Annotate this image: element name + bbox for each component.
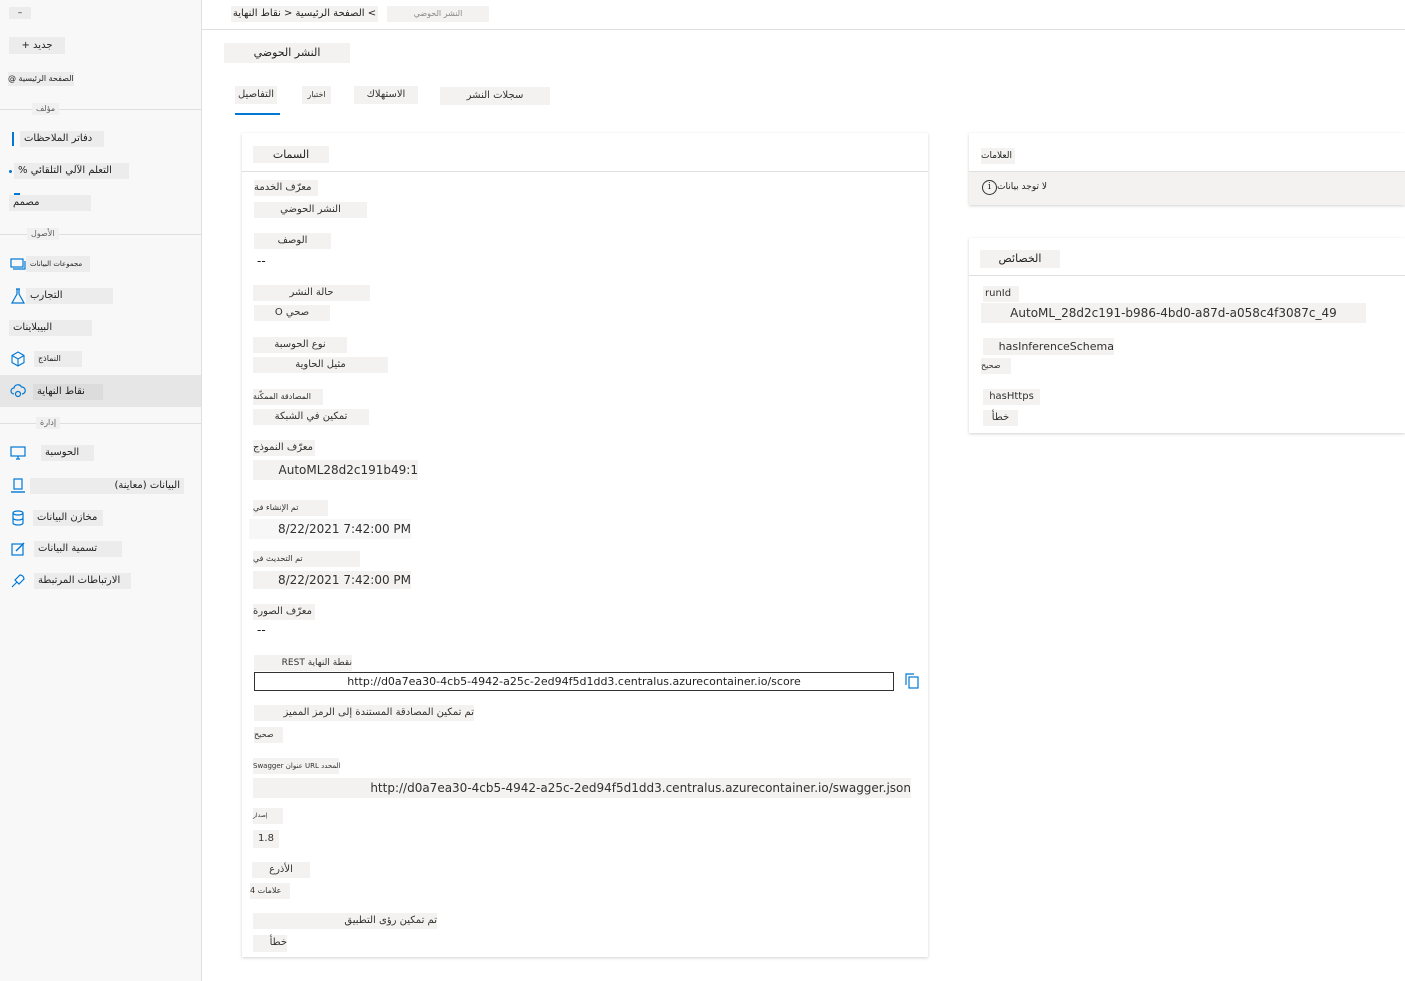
tags-card-title: العلامات xyxy=(981,148,1015,164)
sidebar-item-designer[interactable]: مصمم xyxy=(0,188,201,218)
attributes-card: السمات xyxy=(242,133,928,957)
cube-icon xyxy=(10,351,26,367)
field-label: المصادقة الممكّنة xyxy=(253,389,323,405)
properties-card-title: الخصائص xyxy=(980,250,1060,268)
page-title: النشر الحوضي xyxy=(224,43,350,63)
sidebar-item-notebooks[interactable]: دفاتر الملاحظات xyxy=(0,124,201,154)
top-bar: الصفحة الرئيسية < نقاط النهاية < النشر ا… xyxy=(202,0,1405,30)
description-value: -- xyxy=(257,254,266,268)
sidebar-item-datasets[interactable]: مجموعات البيانات xyxy=(0,249,201,279)
updated-on-value: 8/22/2021 7:42:00 PM xyxy=(253,571,411,589)
sidebar-item-linked[interactable]: الارتباطات المرتبطة xyxy=(0,566,201,596)
field-label: إصدار xyxy=(253,808,283,824)
tab-deployment-logs[interactable]: سجلات النشر xyxy=(440,87,550,105)
field-label: الوصف xyxy=(254,233,331,249)
sidebar-item-automl[interactable]: % التعلم الآلي التلقائي xyxy=(0,156,201,186)
flask-icon xyxy=(10,288,26,304)
token-auth-value: صحيح xyxy=(254,727,283,743)
collapse-button[interactable]: – xyxy=(9,7,31,19)
sidebar-item-pipelines[interactable]: البيبلاينات xyxy=(0,313,201,343)
compute-icon xyxy=(10,445,26,461)
auth-enabled-value: تمكين في الشبكة xyxy=(253,409,369,425)
swagger-url-value[interactable]: http://d0a7ea30-4cb5-4942-a25c-2ed94f5d1… xyxy=(253,778,911,798)
sidebar-item-label: دفاتر الملاحظات xyxy=(20,131,104,147)
field-label: الأذرع xyxy=(252,862,310,878)
tab-details[interactable]: التفاصيل xyxy=(235,86,277,104)
tags-count-value: 4 علامات xyxy=(250,883,290,899)
image-id-value: -- xyxy=(257,623,266,637)
field-label: REST نقطة النهاية xyxy=(254,655,352,671)
tags-card: العلامات i لا توجد بيانات xyxy=(969,133,1405,205)
notebook-icon xyxy=(12,132,14,146)
tab-consume[interactable]: الاستهلاك xyxy=(354,86,418,104)
sidebar-item-label: البيبلاينات xyxy=(9,320,92,336)
linked-icon xyxy=(10,573,26,589)
sidebar-item-kubernetes[interactable]: البيانات (معاينة) xyxy=(0,471,201,501)
datastore-icon xyxy=(10,510,26,526)
section-author-heading: مؤلف xyxy=(32,103,60,115)
sidebar-item-label: التجارب xyxy=(26,288,113,304)
app-insights-value: خطأ xyxy=(253,935,287,952)
prop-label-hashttps: hasHttps xyxy=(983,389,1040,405)
deployment-state-value: O صحي xyxy=(254,305,330,321)
field-label: تم تمكين المصادقة المستندة إلى الرمز الم… xyxy=(254,705,474,721)
sidebar-item-label: تسمية البيانات xyxy=(34,541,122,557)
field-label: معرّف النموذج xyxy=(253,440,315,456)
section-assets-heading: الأصول xyxy=(27,228,59,240)
sidebar-item-label: نقاط النهاية xyxy=(33,384,103,400)
sidebar-item-label: مجموعات البيانات xyxy=(26,256,90,272)
sidebar-item-label: البيانات (معاينة) xyxy=(30,478,184,494)
sidebar-item-label: مصمم xyxy=(9,195,91,211)
field-label: معرّف الخدمة xyxy=(254,180,318,196)
attributes-card-title: السمات xyxy=(253,146,329,163)
breadcrumb-current: النشر الحوضي xyxy=(387,6,489,22)
kubernetes-icon xyxy=(10,478,26,494)
labeling-icon xyxy=(10,541,26,557)
compute-type-value: مثيل الحاوية xyxy=(253,357,388,373)
tab-details-underline xyxy=(235,113,280,115)
sidebar-item-datastores[interactable]: مخازن البيانات xyxy=(0,503,201,533)
field-label: حالة النشر xyxy=(253,285,370,301)
tab-test[interactable]: اختبار xyxy=(302,86,331,104)
sidebar-item-label: % التعلم الآلي التلقائي xyxy=(14,163,129,179)
field-label: Swagger عنوان URL المحدد xyxy=(253,758,341,774)
version-value: 1.8 xyxy=(253,830,279,848)
section-manage-heading: إدارة xyxy=(36,417,61,429)
prop-label-runid: runId xyxy=(983,286,1019,302)
field-label: معرّف الصورة xyxy=(253,604,315,620)
automl-icon xyxy=(9,170,12,173)
service-id-value: النشر الحوضي xyxy=(254,202,367,218)
sidebar-item-endpoints[interactable]: نقاط النهاية xyxy=(0,375,201,407)
runid-value: AutoML_28d2c191-b986-4bd0-a87d-a058c4f30… xyxy=(981,303,1366,323)
sidebar-item-experiments[interactable]: التجارب xyxy=(0,281,201,311)
info-icon: i xyxy=(982,180,997,195)
sidebar-item-labeling[interactable]: تسمية البيانات xyxy=(0,534,201,564)
sidebar-item-label: الحوسبة xyxy=(41,445,94,461)
sidebar-item-label: النماذج xyxy=(34,351,82,367)
field-label: تم الإنشاء في xyxy=(253,500,328,516)
breadcrumb[interactable]: الصفحة الرئيسية < نقاط النهاية < xyxy=(231,6,378,22)
new-button[interactable]: + جديد xyxy=(9,37,65,54)
sidebar-item-home[interactable]: @ الصفحة الرئيسية xyxy=(8,72,74,86)
rest-endpoint-field[interactable]: http://d0a7ea30-4cb5-4942-a25c-2ed94f5d1… xyxy=(254,672,894,691)
tags-empty-text: لا توجد بيانات xyxy=(997,182,1047,192)
copy-icon[interactable] xyxy=(904,673,920,689)
hashttps-value: خطأ xyxy=(983,410,1018,426)
sidebar-item-models[interactable]: النماذج xyxy=(0,344,201,374)
hasinferenceschema-value: صحيح xyxy=(981,358,1011,374)
sidebar: – + جديد @ الصفحة الرئيسية مؤلف دفاتر ال… xyxy=(0,0,202,981)
field-label: تم تمكين رؤى التطبيق xyxy=(253,913,437,929)
created-on-value: 8/22/2021 7:42:00 PM xyxy=(249,519,411,539)
sidebar-item-label: الارتباطات المرتبطة xyxy=(34,573,131,589)
field-label: تم التحديث في xyxy=(253,551,360,567)
model-id-value: AutoML28d2c191b49:1 xyxy=(253,460,418,480)
sidebar-item-compute[interactable]: الحوسبة xyxy=(0,438,201,468)
sidebar-item-label: مخازن البيانات xyxy=(33,510,103,526)
datasets-icon xyxy=(10,256,26,272)
prop-label-hasinferenceschema: hasInferenceSchema xyxy=(983,338,1114,355)
field-label: نوع الحوسبة xyxy=(253,337,347,353)
endpoint-icon xyxy=(10,383,26,399)
